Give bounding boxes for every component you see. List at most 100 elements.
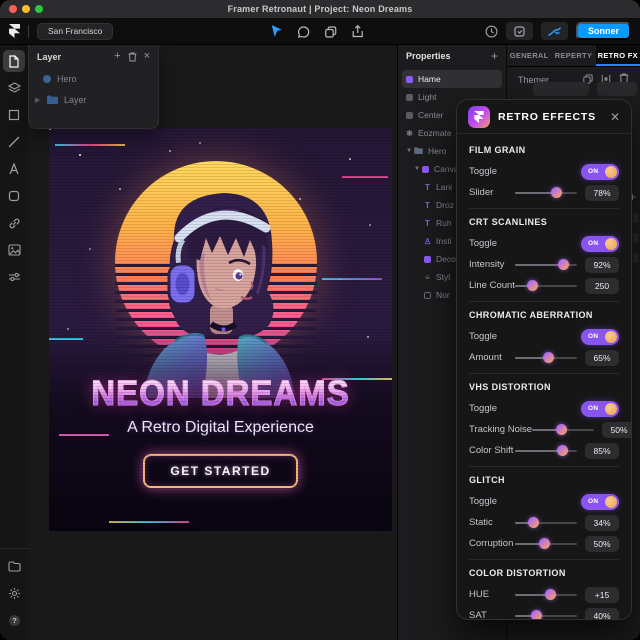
slider-control[interactable] — [515, 610, 577, 619]
toggle-switch[interactable]: ON — [581, 400, 619, 417]
slider-control[interactable] — [515, 187, 577, 199]
slider-knob[interactable] — [527, 517, 539, 528]
chevron-right-icon[interactable]: ▶ — [35, 96, 41, 104]
value-box[interactable]: 34% — [585, 514, 619, 531]
section-divider — [469, 559, 619, 560]
frame-tool[interactable] — [3, 104, 25, 126]
slider-control[interactable] — [515, 280, 577, 292]
slider-control[interactable] — [515, 259, 577, 271]
section-title: VHS DISTORTION — [469, 382, 551, 392]
close-icon[interactable]: × — [144, 51, 150, 62]
slider-control[interactable] — [515, 517, 577, 529]
layers-panel: Layer + × Hero ▶ Layer — [28, 45, 159, 129]
magic-pen-button[interactable] — [540, 22, 568, 40]
value-box[interactable]: 50% — [585, 535, 619, 552]
layers-tool[interactable] — [3, 77, 25, 99]
text-tool[interactable] — [3, 158, 25, 180]
value-box[interactable]: 92% — [585, 256, 619, 273]
retro-effects-logo-icon — [468, 105, 490, 128]
layer-row-layer[interactable]: ▶ Layer — [29, 89, 158, 110]
tree-item[interactable]: Hame — [402, 70, 502, 88]
comment-tool-icon[interactable] — [297, 25, 310, 38]
tab-retro-fx[interactable]: RETRO FX — [595, 45, 640, 66]
add-layer-icon[interactable]: + — [114, 51, 120, 62]
slider-knob[interactable] — [556, 424, 568, 435]
shape-tool[interactable] — [3, 185, 25, 207]
preset-pill[interactable] — [597, 82, 637, 96]
duplicate-tool-icon[interactable] — [325, 25, 337, 38]
value-box[interactable]: 78% — [585, 184, 619, 201]
adjustments-tool[interactable] — [3, 266, 25, 288]
value-box[interactable]: 40% — [585, 607, 619, 619]
toggle-row: Toggle ON — [469, 328, 619, 345]
preset-pill[interactable] — [533, 82, 589, 96]
chevron-down-icon[interactable]: ▼ — [414, 166, 420, 172]
artwork-frame[interactable]: NEON DREAMS A Retro Digital Experience G… — [49, 128, 392, 531]
hidden-control-edge — [633, 233, 638, 243]
slider-knob[interactable] — [538, 538, 550, 549]
close-window-button[interactable] — [9, 5, 17, 13]
settings-tool[interactable] — [3, 582, 25, 604]
value-box[interactable]: 250 — [585, 277, 619, 294]
slider-knob[interactable] — [543, 352, 555, 363]
line-tool[interactable] — [3, 131, 25, 153]
tab-reperty[interactable]: REPERTY — [551, 45, 595, 66]
slider-control[interactable] — [515, 445, 577, 457]
toggle-switch[interactable]: ON — [581, 328, 619, 345]
get-started-button[interactable]: GET STARTED — [143, 454, 298, 488]
close-icon[interactable]: ✕ — [610, 110, 620, 124]
layer-row-hero[interactable]: Hero — [29, 68, 158, 89]
value-box[interactable]: 50% — [602, 421, 631, 438]
slider-control[interactable] — [532, 424, 595, 436]
slider-control[interactable] — [515, 538, 577, 550]
retro-effects-header: RETRO EFFECTS ✕ — [457, 100, 631, 134]
toolbar-divider — [28, 24, 29, 38]
glitch-streak — [55, 144, 125, 146]
insert-panel-button[interactable] — [505, 22, 533, 40]
publish-button[interactable]: Sonner — [575, 22, 631, 40]
tab-general[interactable]: GENERAL — [507, 45, 551, 66]
slider-knob[interactable] — [557, 445, 569, 456]
value-box[interactable]: 85% — [585, 442, 619, 459]
add-property-icon[interactable]: + — [491, 50, 498, 62]
slider-knob[interactable] — [558, 259, 570, 270]
toggle-switch[interactable]: ON — [581, 493, 619, 510]
frame-icon — [406, 111, 413, 119]
value-box[interactable]: 65% — [585, 349, 619, 366]
gear-icon — [8, 587, 21, 600]
toggle-row: Toggle ON — [469, 163, 619, 180]
cursor-tool-icon[interactable] — [271, 25, 283, 38]
slider-knob[interactable] — [531, 610, 543, 619]
list-icon: ≡ — [425, 272, 430, 282]
canvas-viewport[interactable]: Canvas — [28, 45, 397, 640]
framer-logo-icon[interactable] — [9, 24, 20, 38]
slider-knob[interactable] — [527, 280, 539, 291]
value-box[interactable]: +15 — [585, 586, 619, 603]
slider-knob[interactable] — [550, 187, 562, 198]
export-tool-icon[interactable] — [352, 25, 364, 38]
toggle-switch[interactable]: ON — [581, 163, 619, 180]
hidden-control-edge — [633, 253, 638, 263]
minimize-window-button[interactable] — [22, 5, 30, 13]
slider-control[interactable] — [515, 352, 577, 364]
component-dot-icon — [43, 74, 51, 83]
zoom-window-button[interactable] — [35, 5, 43, 13]
slider-knob[interactable] — [545, 589, 557, 600]
slider-control[interactable] — [515, 589, 577, 601]
titlebar: Framer Retronaut | Project: Neon Dreams — [0, 0, 640, 18]
link-tool[interactable] — [3, 212, 25, 234]
pages-tool[interactable] — [3, 50, 25, 72]
image-tool[interactable] — [3, 239, 25, 261]
properties-header: Properties + — [398, 45, 506, 67]
help-button[interactable]: ? — [3, 609, 25, 631]
assets-tool[interactable] — [3, 555, 25, 577]
folder-icon — [414, 146, 423, 156]
breakpoint-button[interactable]: San Francisco — [37, 22, 114, 40]
glitch-streak — [342, 176, 388, 178]
history-icon[interactable] — [485, 24, 498, 38]
canvas-icon — [422, 165, 429, 173]
toggle-switch[interactable]: ON — [581, 235, 619, 252]
trash-icon[interactable] — [128, 52, 137, 62]
window-title: Framer Retronaut | Project: Neon Dreams — [227, 4, 413, 14]
chevron-down-icon[interactable]: ▼ — [406, 148, 412, 154]
